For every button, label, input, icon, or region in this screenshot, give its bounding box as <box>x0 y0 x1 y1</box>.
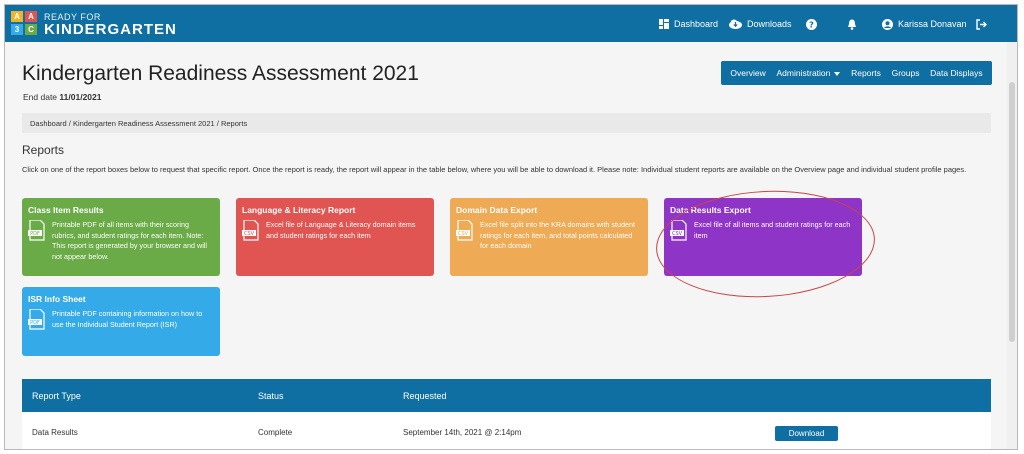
cell-requested: September 14th, 2021 @ 2:14pm <box>403 428 522 437</box>
end-date-label: End date <box>23 92 58 102</box>
card-isr-info-sheet[interactable]: ISR Info Sheet PDF Printable PDF contain… <box>22 287 220 356</box>
pdf-file-icon: PDF <box>28 308 46 331</box>
cell-report-type: Data Results <box>32 428 78 437</box>
card-domain-data-export[interactable]: Domain Data Export CSV Excel file split … <box>450 198 648 276</box>
tab-administration-label: Administration <box>776 68 831 78</box>
tab-data-displays[interactable]: Data Displays <box>930 68 982 78</box>
app-logo[interactable]: A A 3 C <box>11 11 39 37</box>
logout-icon <box>976 18 987 30</box>
scrollbar-thumb[interactable] <box>1009 82 1015 342</box>
svg-text:CSV: CSV <box>244 231 255 237</box>
top-navbar: A A 3 C READY FOR KINDERGARTEN Dashboard… <box>5 5 1017 42</box>
tab-administration[interactable]: Administration <box>777 68 841 78</box>
csv-file-icon: CSV <box>456 219 474 242</box>
vertical-scrollbar[interactable] <box>1007 42 1017 449</box>
cloud-download-icon <box>729 19 742 29</box>
user-name: Karissa Donavan <box>898 19 967 29</box>
nav-downloads[interactable]: Downloads <box>729 17 792 31</box>
card-title: ISR Info Sheet <box>28 294 86 304</box>
card-language-literacy-report[interactable]: Language & Literacy Report CSV Excel fil… <box>236 198 434 276</box>
card-title: Domain Data Export <box>456 205 538 215</box>
tab-groups[interactable]: Groups <box>892 68 920 78</box>
logo-wordmark: KINDERGARTEN <box>44 21 177 38</box>
col-status: Status <box>258 391 284 401</box>
tab-reports[interactable]: Reports <box>851 68 881 78</box>
assessment-tabs: Overview Administration Reports Groups D… <box>721 61 992 85</box>
app-window: A A 3 C READY FOR KINDERGARTEN Dashboard… <box>4 4 1018 450</box>
table-row: Data Results Complete September 14th, 20… <box>22 412 991 449</box>
end-date-value: 11/01/2021 <box>59 92 102 102</box>
table-header: Report Type Status Requested <box>22 379 991 412</box>
card-description: Excel file split into the KRA domains wi… <box>480 220 636 250</box>
help-button[interactable]: ? <box>806 17 817 31</box>
breadcrumb[interactable]: Dashboard / Kindergarten Readiness Asses… <box>22 113 991 133</box>
nav-downloads-label: Downloads <box>747 19 792 29</box>
download-button[interactable]: Download <box>775 426 838 441</box>
card-class-item-results[interactable]: Class Item Results PDF Printable PDF of … <box>22 198 220 276</box>
reports-intro: Click on one of the report boxes below t… <box>22 165 967 174</box>
svg-text:?: ? <box>809 20 814 29</box>
logo-block-a: A <box>11 11 23 22</box>
card-title: Class Item Results <box>28 205 104 215</box>
svg-text:PDF: PDF <box>30 320 40 326</box>
logo-block-a2: A <box>25 11 37 22</box>
pdf-file-icon: PDF <box>28 219 46 242</box>
reports-table: Report Type Status Requested Data Result… <box>22 379 991 449</box>
bell-icon <box>848 19 856 30</box>
dashboard-icon <box>659 19 669 29</box>
tab-overview[interactable]: Overview <box>730 68 765 78</box>
svg-text:PDF: PDF <box>30 231 40 237</box>
card-description: Printable PDF of all items with their sc… <box>52 220 208 261</box>
card-title: Language & Literacy Report <box>242 205 356 215</box>
user-menu[interactable]: Karissa Donavan <box>882 17 967 31</box>
cell-status: Complete <box>258 428 293 437</box>
help-icon: ? <box>806 18 817 30</box>
reports-heading: Reports <box>22 143 65 157</box>
col-report-type: Report Type <box>32 391 81 401</box>
page-title: Kindergarten Readiness Assessment 2021 <box>22 62 419 85</box>
card-description: Excel file of Language & Literacy domain… <box>266 220 416 240</box>
end-date: End date 11/01/2021 <box>23 92 101 102</box>
notifications-button[interactable] <box>847 17 857 31</box>
col-requested: Requested <box>403 391 447 401</box>
user-avatar-icon <box>882 18 893 30</box>
csv-file-icon: CSV <box>242 219 260 242</box>
logo-block-3: 3 <box>11 24 23 35</box>
logout-button[interactable] <box>976 17 987 31</box>
svg-text:CSV: CSV <box>458 231 469 237</box>
card-description: Printable PDF containing information on … <box>52 309 203 329</box>
nav-dashboard[interactable]: Dashboard <box>659 17 718 31</box>
caret-down-icon <box>834 71 841 76</box>
logo-block-c: C <box>25 24 37 35</box>
nav-dashboard-label: Dashboard <box>674 19 719 29</box>
